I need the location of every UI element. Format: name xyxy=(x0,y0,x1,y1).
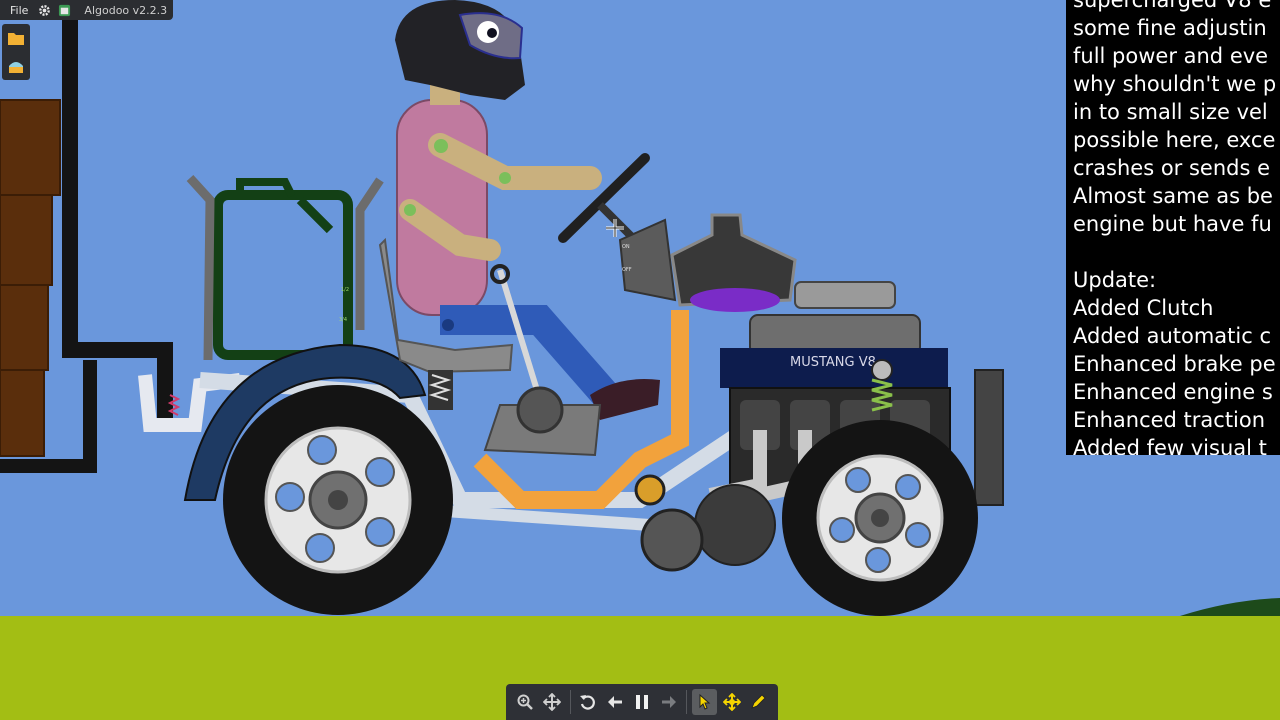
sprocket xyxy=(516,386,564,434)
description-line: Enhanced traction xyxy=(1073,408,1266,432)
gauge-label-2: 3/4 xyxy=(339,317,347,323)
toolbar-separator xyxy=(686,690,688,714)
app-title: Algodoo v2.2.3 xyxy=(84,3,168,17)
zoom-icon[interactable] xyxy=(513,689,538,715)
scene-icon[interactable] xyxy=(5,55,27,77)
description-line: possible here, exce xyxy=(1073,128,1276,152)
description-line: Enhanced engine s xyxy=(1073,380,1273,404)
description-line: Added Clutch xyxy=(1073,296,1214,320)
description-line: Almost same as be xyxy=(1073,184,1273,208)
seat-post-left xyxy=(186,174,215,361)
pan-icon[interactable] xyxy=(540,689,565,715)
move-icon[interactable] xyxy=(719,689,744,715)
seat-post-right xyxy=(355,177,384,330)
tool-toolbar xyxy=(506,684,778,720)
rear-wheel xyxy=(223,385,453,615)
back-icon[interactable] xyxy=(603,689,628,715)
wooden-crates xyxy=(0,99,61,457)
description-line: some fine adjustin xyxy=(1073,16,1267,40)
description-line: Enhanced brake pe xyxy=(1073,352,1276,376)
flywheel xyxy=(694,484,776,566)
description-line: in to small size vel xyxy=(1073,100,1268,124)
description-line: why shouldn't we p xyxy=(1073,72,1277,96)
file-menu[interactable]: File xyxy=(4,4,34,17)
engine-label: MUSTANG V8 xyxy=(790,355,876,370)
description-line: engine but have fu xyxy=(1073,212,1272,236)
gauge-label-1: 1/2 xyxy=(341,287,349,293)
app-titlebar: File Algodoo v2.2.3 xyxy=(0,0,174,20)
window-icon[interactable] xyxy=(57,3,71,17)
description-text: supercharged V8 e some fine adjustin full … xyxy=(1073,0,1276,455)
lever-label-off: OFF xyxy=(622,267,632,273)
description-line: Update: xyxy=(1073,268,1157,292)
pointer-icon[interactable] xyxy=(692,689,718,715)
undo-icon[interactable] xyxy=(576,689,601,715)
distant-hill xyxy=(1180,598,1280,616)
pause-icon[interactable] xyxy=(630,689,655,715)
pencil-icon[interactable] xyxy=(746,689,771,715)
description-panel: supercharged V8 e some fine adjustin full … xyxy=(1066,0,1280,455)
clutch-disk xyxy=(640,508,704,572)
toolbar-separator xyxy=(569,690,571,714)
description-line: crashes or sends e xyxy=(1073,156,1271,180)
description-line: full power and eve xyxy=(1073,44,1269,68)
description-line: Added few visual t xyxy=(1073,436,1267,455)
chassis-lower xyxy=(429,504,651,531)
description-line xyxy=(1073,238,1276,266)
lever-label-on: ON xyxy=(622,244,630,250)
description-line: supercharged V8 e xyxy=(1073,0,1272,12)
side-panel xyxy=(2,24,30,80)
gear-icon[interactable] xyxy=(37,3,51,17)
front-wheel xyxy=(782,420,978,616)
folder-icon[interactable] xyxy=(5,27,27,49)
fuel-canister xyxy=(213,178,353,360)
description-line: Added automatic c xyxy=(1073,324,1272,348)
forward-icon[interactable] xyxy=(656,689,681,715)
